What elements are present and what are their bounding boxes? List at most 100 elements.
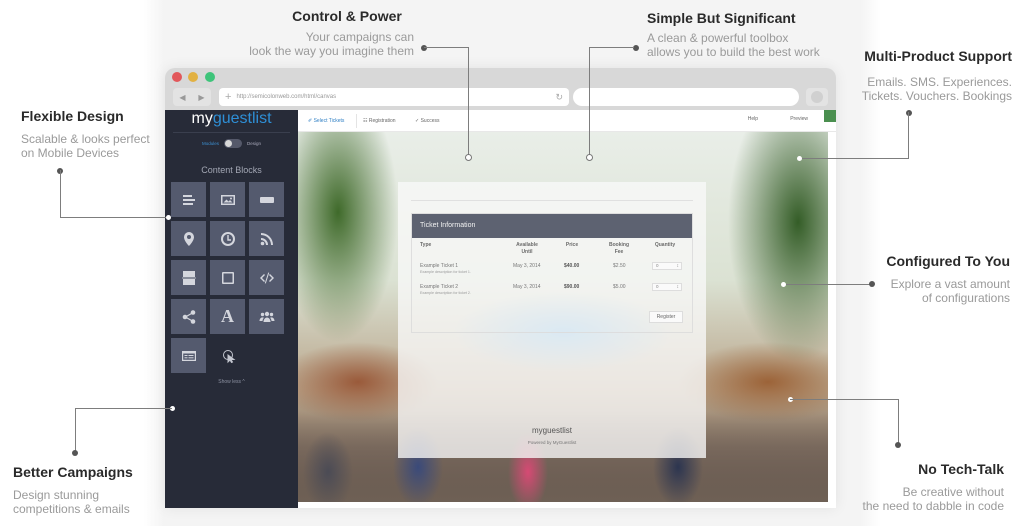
connector-line	[60, 170, 61, 217]
connector-dot	[895, 442, 901, 448]
close-window-button[interactable]	[172, 72, 182, 82]
ticket-price: $90.00	[564, 284, 580, 290]
toggle-label-modules: Modules	[201, 141, 219, 146]
ticket-table-title: Ticket Information	[412, 214, 692, 238]
sidebar-divider	[173, 132, 290, 133]
callout-text: Design stunning competitions & emails	[13, 488, 130, 516]
image-icon	[220, 194, 235, 205]
text-block[interactable]	[171, 182, 206, 217]
countdown-block[interactable]	[210, 221, 245, 256]
font-block[interactable]: A	[210, 299, 245, 334]
tab-success[interactable]: ✓ Success	[415, 118, 439, 124]
column-header-quantity: Quantity	[654, 242, 676, 248]
callout-title: Better Campaigns	[13, 464, 133, 480]
connector-dot	[633, 45, 639, 51]
search-bar[interactable]	[573, 88, 799, 106]
share-block[interactable]	[171, 299, 206, 334]
extension-button[interactable]	[806, 88, 828, 106]
quantity-stepper[interactable]: 0	[652, 283, 682, 291]
callout-text: Scalable & looks perfect on Mobile Device…	[21, 132, 150, 160]
builder-sidebar: myguestlist Modules Design Content Block…	[165, 110, 298, 508]
callout-flexible-design: Flexible Design Scalable & looks perfect…	[21, 108, 171, 160]
group-block[interactable]	[249, 299, 284, 334]
mode-toggle[interactable]	[224, 139, 242, 148]
users-icon	[259, 311, 274, 322]
cursor-icon	[222, 349, 235, 363]
rss-icon	[260, 232, 273, 245]
quantity-stepper[interactable]: 0	[652, 262, 682, 270]
rss-block[interactable]	[249, 221, 284, 256]
address-bar[interactable]: + http://semicolonweb.com/html/canvas ↻	[219, 88, 569, 106]
browser-window: ◀ ▶ + http://semicolonweb.com/html/canva…	[165, 68, 836, 508]
connector-line	[75, 408, 172, 409]
map-pin-icon	[183, 231, 194, 246]
content-block-grid: A	[171, 182, 288, 373]
connector-endpoint	[465, 154, 472, 161]
connector-line	[790, 399, 899, 400]
callout-control-power: Control & Power Your campaigns can look t…	[220, 8, 414, 58]
connector-line	[898, 399, 899, 444]
divider-icon	[181, 270, 196, 285]
column-header-type: Type	[420, 242, 432, 248]
back-icon[interactable]: ◀	[179, 93, 185, 102]
new-tab-icon[interactable]: +	[225, 91, 231, 103]
ticket-booking-fee: $5.00	[613, 284, 626, 290]
connector-line	[784, 284, 870, 285]
callout-configured: Configured To You Explore a vast amount o…	[850, 253, 1010, 305]
box-block[interactable]	[210, 260, 245, 295]
tab-select-tickets[interactable]: ✐ Select Tickets	[308, 118, 344, 124]
minimize-window-button[interactable]	[188, 72, 198, 82]
ticket-type: Example Ticket 1	[420, 263, 459, 269]
button-block[interactable]	[249, 182, 284, 217]
column-header-price: Price	[565, 242, 579, 248]
connector-dot	[869, 281, 875, 287]
register-button[interactable]: Register	[649, 311, 683, 323]
connector-endpoint	[166, 215, 171, 220]
preview-link[interactable]: Preview	[790, 116, 808, 122]
ticket-price: $40.00	[564, 263, 580, 269]
connector-line	[800, 158, 909, 159]
connector-dot	[906, 110, 912, 116]
connector-endpoint	[781, 282, 786, 287]
help-link[interactable]: Help	[748, 116, 758, 122]
publish-button[interactable]	[824, 110, 836, 122]
ticket-description: Example description for ticket 2.	[420, 291, 471, 295]
maximize-window-button[interactable]	[205, 72, 215, 82]
callout-multi-product: Multi-Product Support Emails. SMS. Exper…	[840, 48, 1012, 103]
content-blocks-title: Content Blocks	[201, 165, 262, 175]
ticket-type: Example Ticket 2	[420, 284, 459, 290]
letter-a-icon: A	[221, 306, 234, 326]
show-less-link[interactable]: Show less ^	[165, 379, 298, 385]
image-block[interactable]	[210, 182, 245, 217]
myguestlist-logo: myguestlist	[191, 110, 272, 127]
url-text[interactable]: http://semicolonweb.com/html/canvas	[236, 94, 336, 100]
column-header-booking-fee: Booking Fee	[609, 242, 629, 255]
connector-line	[424, 47, 469, 48]
tab-registration[interactable]: ☷ Registration	[363, 118, 396, 124]
text-lines-icon	[182, 194, 195, 205]
feature-overview: Control & Power Your campaigns can look t…	[0, 0, 1024, 526]
toggle-label-design: Design	[247, 141, 262, 146]
callout-title: Control & Power	[292, 8, 402, 24]
ticket-booking-fee: $2.50	[613, 263, 626, 269]
callout-simple-significant: Simple But Significant A clean & powerfu…	[647, 10, 847, 59]
divider-block[interactable]	[171, 260, 206, 295]
callout-no-tech-talk: No Tech-Talk Be creative without the need…	[840, 461, 1004, 513]
map-block[interactable]	[171, 221, 206, 256]
tab-separator	[356, 114, 357, 128]
history-nav: ◀ ▶	[173, 88, 211, 106]
reload-icon[interactable]: ↻	[555, 92, 563, 103]
callout-title: Configured To You	[886, 253, 1010, 269]
connector-endpoint	[586, 154, 593, 161]
forward-icon[interactable]: ▶	[198, 93, 204, 102]
connector-line	[60, 217, 168, 218]
form-block[interactable]	[171, 338, 206, 373]
ticket-information-table: Ticket Information Type Available Until …	[411, 213, 693, 333]
campaign-canvas[interactable]: Ticket Information Type Available Until …	[298, 132, 828, 502]
code-icon	[259, 272, 274, 283]
code-block[interactable]	[249, 260, 284, 295]
powered-by-text: Powered by MyGuestlist	[527, 440, 577, 445]
callout-text: A clean & powerful toolbox allows you to …	[647, 31, 820, 59]
connector-line	[908, 112, 909, 158]
ticket-available-until: May 3, 2014	[513, 284, 541, 290]
